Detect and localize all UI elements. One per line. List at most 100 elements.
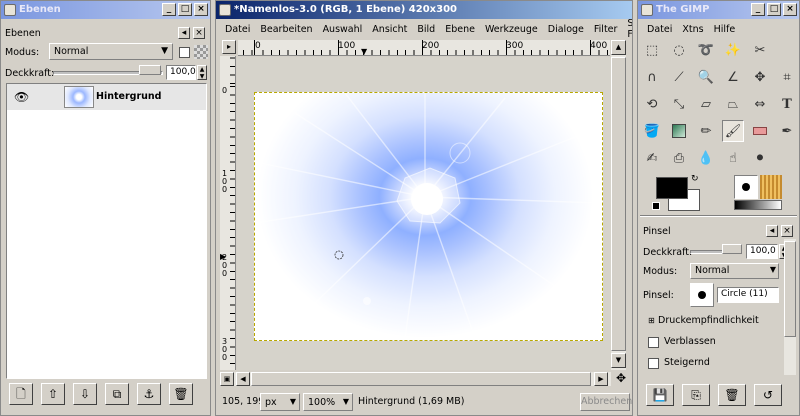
scissors-icon[interactable]: ✂ — [749, 39, 771, 61]
brush-preview[interactable] — [734, 175, 758, 199]
eye-icon[interactable]: 👁 — [14, 90, 29, 104]
navigate-icon[interactable]: ✥ — [614, 372, 628, 386]
ellipse-select-icon[interactable]: ◌ — [668, 39, 690, 61]
scroll-right-icon[interactable]: ▶ — [594, 372, 608, 386]
color-picker-icon[interactable]: ⟋ — [668, 66, 690, 88]
scroll-down-icon[interactable]: ▼ — [611, 353, 626, 368]
eraser-icon[interactable] — [749, 120, 771, 142]
measure-icon[interactable]: ∠ — [722, 66, 744, 88]
blur-icon[interactable]: 💧 — [695, 147, 717, 169]
menu-hilfe[interactable]: Hilfe — [709, 24, 741, 35]
dock-menu-icon[interactable]: ◂ — [178, 27, 190, 39]
quick-mask-menu-icon[interactable]: ▸ — [222, 40, 236, 54]
free-select-icon[interactable]: ➰ — [695, 39, 717, 61]
cancel-button[interactable]: Abbrechen — [580, 393, 632, 411]
vertical-scrollbar[interactable]: ▲ ▼ — [611, 40, 626, 370]
dodge-burn-icon[interactable]: ⚫ — [749, 147, 771, 169]
menu-skript-fu[interactable]: Skript-Fu — [622, 18, 632, 40]
bucket-fill-icon[interactable]: 🪣 — [641, 120, 663, 142]
zoom-icon[interactable]: 🔍 — [695, 66, 717, 88]
minimize-button[interactable]: _ — [751, 3, 765, 16]
lower-layer-icon[interactable]: ⇩ — [73, 383, 97, 405]
move-icon[interactable]: ✥ — [749, 66, 771, 88]
dock-close-icon[interactable]: × — [193, 27, 205, 39]
save-options-icon[interactable]: 💾 — [646, 384, 674, 406]
rect-select-icon[interactable]: ⬚ — [641, 39, 663, 61]
menu-bild[interactable]: Bild — [412, 24, 440, 35]
scale-icon[interactable]: ⤡ — [668, 93, 690, 115]
image-canvas[interactable] — [254, 92, 603, 341]
expand-icon[interactable]: ⊞ — [648, 316, 655, 325]
pencil-icon[interactable]: ✏ — [695, 120, 717, 142]
horizontal-scrollbar[interactable]: ▣ ◀ ▶ — [220, 372, 611, 386]
raise-layer-icon[interactable]: ⇧ — [41, 383, 65, 405]
scroll-up-icon[interactable]: ▲ — [611, 40, 626, 55]
menu-xtns[interactable]: Xtns — [677, 24, 708, 35]
blend-icon[interactable] — [668, 120, 690, 142]
smudge-icon[interactable]: ☝ — [722, 147, 744, 169]
menu-auswahl[interactable]: Auswahl — [318, 24, 368, 35]
horizontal-scroll-thumb[interactable] — [251, 372, 591, 386]
canvas-area[interactable] — [237, 57, 611, 370]
airbrush-icon[interactable]: ✒ — [776, 120, 798, 142]
delete-layer-icon[interactable]: 🗑 — [169, 383, 193, 405]
dock-close-icon[interactable]: × — [781, 225, 793, 237]
menu-bearbeiten[interactable]: Bearbeiten — [255, 24, 317, 35]
text-icon[interactable]: ⇔ — [749, 93, 771, 115]
menu-datei[interactable]: Datei — [642, 24, 677, 35]
layers-titlebar[interactable]: Ebenen _ □ × — [1, 1, 210, 19]
layer-row[interactable]: 👁 Hintergrund — [7, 84, 206, 110]
fuzzy-select-icon[interactable]: ✨ — [722, 39, 744, 61]
brush-opacity-handle[interactable] — [722, 244, 742, 254]
menu-ebene[interactable]: Ebene — [440, 24, 480, 35]
menu-datei[interactable]: Datei — [220, 24, 255, 35]
default-colors-icon[interactable] — [652, 202, 660, 210]
paintbrush-icon[interactable]: 🖌 — [722, 120, 744, 142]
fade-checkbox[interactable] — [648, 337, 659, 348]
dock-menu-icon[interactable]: ◂ — [766, 225, 778, 237]
menu-dialoge[interactable]: Dialoge — [543, 24, 589, 35]
scroll-left-icon[interactable]: ◀ — [236, 372, 250, 386]
vertical-scroll-thumb[interactable] — [611, 57, 626, 351]
zoom-dropdown[interactable]: 100% ▼ — [303, 393, 353, 411]
opacity-input[interactable]: 100,0 — [166, 65, 196, 80]
options-scroll-thumb[interactable] — [784, 241, 796, 337]
brush-select-button[interactable] — [690, 283, 714, 307]
duplicate-layer-icon[interactable]: ⧉ — [105, 383, 129, 405]
delete-options-icon[interactable]: 🗑 — [718, 384, 746, 406]
gradient-preview[interactable] — [734, 200, 782, 210]
flip-icon[interactable]: ⏢ — [722, 93, 744, 115]
bezier-path-icon[interactable]: ∩ — [641, 66, 663, 88]
mode-dropdown[interactable]: Normal ▼ — [49, 43, 173, 60]
menu-werkzeuge[interactable]: Werkzeuge — [480, 24, 543, 35]
clone-icon[interactable]: ⎙ — [668, 147, 690, 169]
menu-filter[interactable]: Filter — [589, 24, 623, 35]
zoom-toggle-icon[interactable]: ▣ — [220, 372, 234, 386]
unit-dropdown[interactable]: px ▼ — [260, 393, 300, 411]
close-button[interactable]: × — [783, 3, 797, 16]
toolbox-titlebar[interactable]: The GIMP _ □ × — [638, 1, 799, 19]
reset-options-icon[interactable]: ↺ — [754, 384, 782, 406]
ink-icon[interactable]: ✍ — [641, 147, 663, 169]
opacity-slider-handle[interactable] — [139, 65, 161, 75]
pressure-sensitivity-label[interactable]: Druckempfindlichkeit — [658, 315, 759, 326]
keep-transparency-checkbox[interactable] — [179, 47, 190, 58]
brush-opacity-input[interactable]: 100,0 — [746, 244, 778, 259]
rotate-icon[interactable]: ⟲ — [641, 93, 663, 115]
restore-options-icon[interactable]: ⎘ — [682, 384, 710, 406]
incremental-checkbox[interactable] — [648, 358, 659, 369]
menu-ansicht[interactable]: Ansicht — [367, 24, 412, 35]
maximize-button[interactable]: □ — [767, 3, 781, 16]
new-layer-icon[interactable]: 🗋 — [9, 383, 33, 405]
options-scrollbar[interactable] — [784, 239, 796, 375]
anchor-layer-icon[interactable]: ⚓ — [137, 383, 161, 405]
swap-colors-icon[interactable]: ↻ — [691, 174, 699, 184]
image-titlebar[interactable]: *Namenlos-3.0 (RGB, 1 Ebene) 420x300 — [216, 1, 632, 19]
minimize-button[interactable]: _ — [162, 3, 176, 16]
text-tool-icon[interactable]: T — [776, 93, 798, 115]
pattern-preview[interactable] — [760, 175, 782, 199]
shear-icon[interactable]: ▱ — [695, 93, 717, 115]
opacity-spinner[interactable]: ▲ ▼ — [197, 65, 207, 80]
brush-mode-dropdown[interactable]: Normal ▼ — [690, 263, 779, 279]
maximize-button[interactable]: □ — [178, 3, 192, 16]
